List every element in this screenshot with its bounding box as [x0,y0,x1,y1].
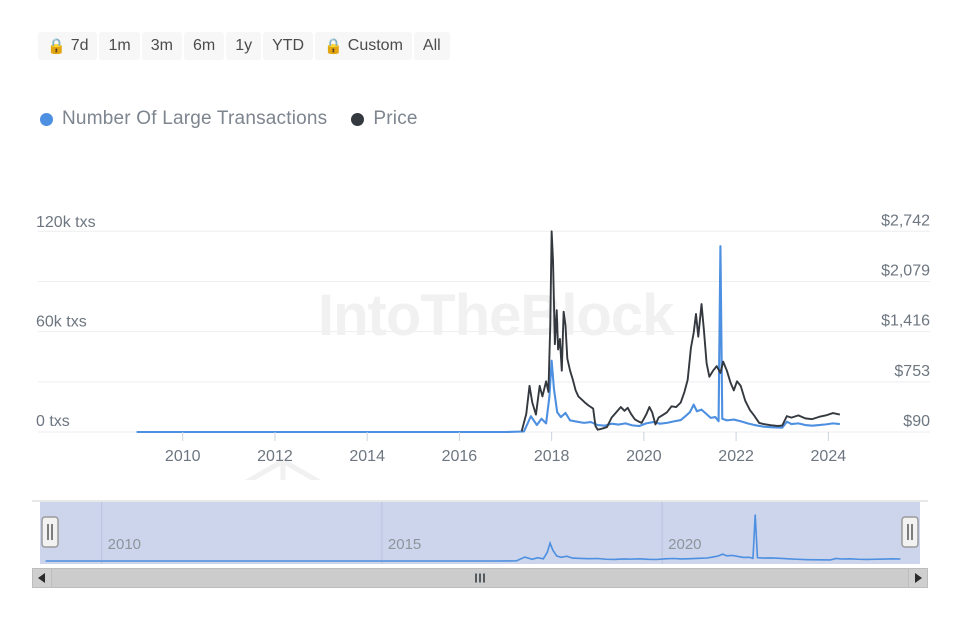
legend-item-transactions[interactable]: Number Of Large Transactions [40,108,327,130]
lock-icon: 🔒 [324,39,343,54]
scrollbar-grip-icon [475,574,485,583]
y-axis-left-labels: 0 txs 60k txs 120k txs [36,214,96,430]
range-button-7d[interactable]: 🔒 7d [38,32,97,60]
range-button-1m[interactable]: 1m [99,32,139,60]
range-button-3m[interactable]: 3m [142,32,182,60]
chart-canvas[interactable]: IntoTheBlock 0 txs 60k txs 120k txs $753 $1… [0,180,960,480]
watermark-text: IntoTheBlock [318,283,675,348]
range-button-all[interactable]: All [414,32,450,60]
legend-label: Number Of Large Transactions [62,108,327,130]
chart-scrollbar[interactable] [32,568,928,588]
x-axis-label: 2020 [626,448,662,465]
x-axis-label: 2018 [534,448,570,465]
y-axis-right-labels: $753 $1,416 $2,079 $2,742 $90 [881,212,930,430]
range-button-custom[interactable]: 🔒 Custom [315,32,412,60]
navigator-tick-label: 2020 [668,536,701,553]
navigator-canvas[interactable]: 2010 2015 2020 [32,497,928,572]
x-axis-label: 2024 [811,448,847,465]
navigator-handle-left[interactable] [42,517,58,547]
range-button-label: 7d [71,38,89,54]
range-button-label: All [423,38,441,54]
x-axis-label: 2016 [442,448,478,465]
main-chart[interactable]: IntoTheBlock 0 txs 60k txs 120k txs $753 $1… [0,180,960,480]
y-axis-left-label: 0 txs [36,413,70,430]
navigator-top-border [32,500,928,502]
range-button-label: 6m [193,38,215,54]
right-arrow-icon [914,573,922,583]
x-axis-label: 2014 [349,448,385,465]
x-axis-label: 2010 [165,448,201,465]
y-axis-right-label: $1,416 [881,313,930,330]
x-axis-label: 2012 [257,448,293,465]
range-button-label: Custom [348,38,403,54]
scroll-left-button[interactable] [32,568,52,588]
y-axis-right-label: $2,079 [881,262,930,279]
legend-dot-icon [351,113,364,126]
range-button-1y[interactable]: 1y [226,32,261,60]
left-arrow-icon [38,573,46,583]
legend-label: Price [373,108,417,130]
range-button-label: 3m [151,38,173,54]
range-button-6m[interactable]: 6m [184,32,224,60]
lock-icon: 🔒 [47,39,66,54]
y-axis-right-label: $753 [894,363,930,380]
navigator-tick-label: 2015 [388,536,421,553]
x-axis-label: 2022 [718,448,754,465]
scrollbar-track[interactable] [52,568,908,588]
legend-dot-icon [40,113,53,126]
y-axis-right-label: $2,742 [881,212,930,229]
chart-legend: Number Of Large Transactions Price [40,108,418,130]
y-axis-left-label: 120k txs [36,214,96,231]
navigator-tick-label: 2010 [108,536,141,553]
range-button-label: 1m [108,38,130,54]
scroll-right-button[interactable] [908,568,928,588]
x-axis-labels: 2010 2012 2014 2016 2018 2020 2022 2024 [165,432,846,465]
legend-item-price[interactable]: Price [351,108,417,130]
range-button-label: YTD [272,38,304,54]
range-button-ytd[interactable]: YTD [263,32,313,60]
y-axis-right-label-partial: $90 [903,413,930,430]
navigator-selection-region[interactable] [40,502,920,564]
chart-navigator[interactable]: 2010 2015 2020 [32,497,928,572]
y-axis-left-label: 60k txs [36,313,87,330]
range-selector: 🔒 7d 1m 3m 6m 1y YTD 🔒 Custom All [38,32,450,60]
navigator-handle-right[interactable] [902,517,918,547]
range-button-label: 1y [235,38,252,54]
